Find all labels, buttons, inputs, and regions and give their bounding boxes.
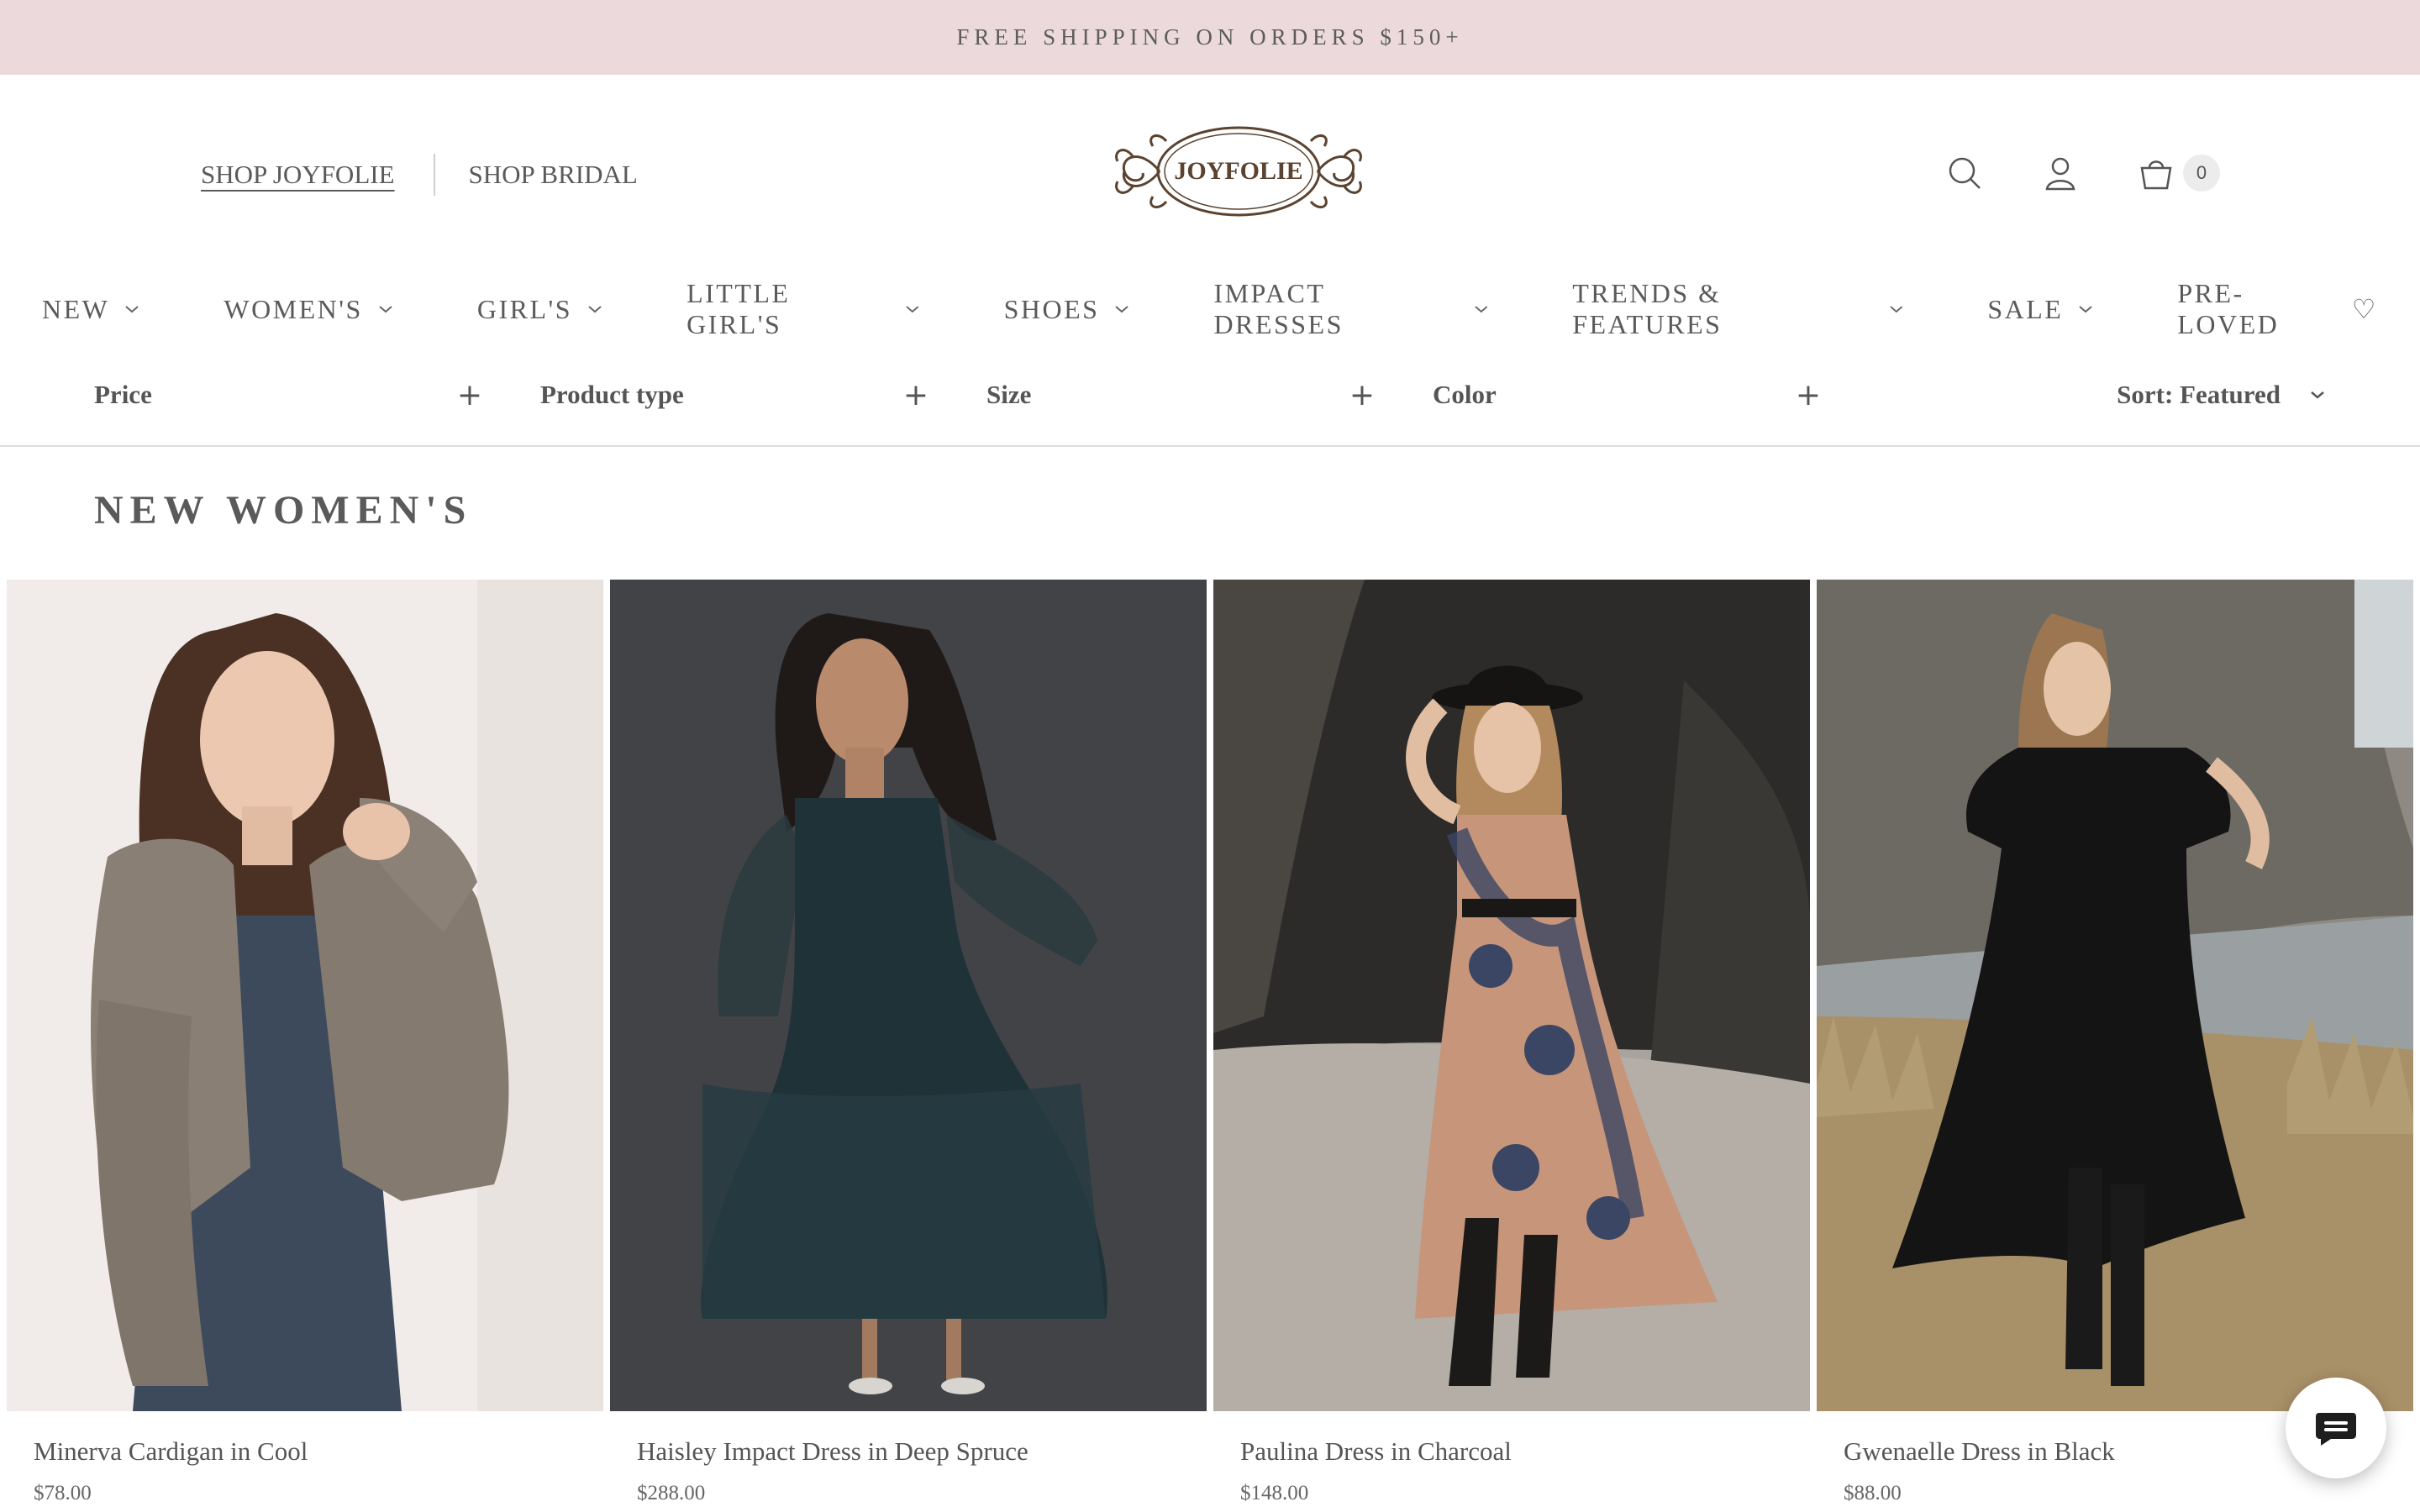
product-card[interactable]: Haisley Impact Dress in Deep Spruce $288… bbox=[610, 580, 1207, 1505]
nav-item-shoes[interactable]: SHOES bbox=[1004, 294, 1130, 325]
cart-count-badge: 0 bbox=[2183, 155, 2220, 192]
product-name[interactable]: Paulina Dress in Charcoal bbox=[1240, 1436, 1810, 1467]
nav-item-girls[interactable]: GIRL'S bbox=[477, 294, 602, 325]
chevron-down-icon bbox=[379, 306, 392, 313]
product-price: $88.00 bbox=[1844, 1482, 1902, 1504]
product-image[interactable] bbox=[7, 580, 603, 1411]
logo-emblem: JOYFOLIE bbox=[1115, 126, 1362, 217]
nav-label: PRE-LOVED bbox=[2177, 278, 2280, 339]
product-card[interactable]: Minerva Cardigan in Cool $78.00 bbox=[7, 580, 603, 1505]
nav-label: GIRL'S bbox=[476, 293, 573, 324]
nav-label: LITTLE GIRL'S bbox=[687, 278, 791, 339]
cart-icon bbox=[2138, 155, 2175, 192]
chevron-down-icon bbox=[1115, 306, 1129, 313]
product-price: $148.00 bbox=[1240, 1482, 1309, 1504]
product-image[interactable] bbox=[610, 580, 1207, 1411]
nav-item-sale[interactable]: SALE bbox=[1987, 294, 2093, 325]
chevron-down-icon bbox=[588, 306, 602, 313]
chevron-down-icon bbox=[2079, 306, 2092, 313]
nav-label: SALE bbox=[1987, 293, 2064, 324]
nav-item-new[interactable]: NEW bbox=[42, 294, 139, 325]
nav-item-impact-dresses[interactable]: IMPACT DRESSES bbox=[1213, 278, 1488, 340]
shop-bridal-link[interactable]: SHOP BRIDAL bbox=[469, 160, 638, 190]
heart-icon: ♡ bbox=[2351, 294, 2378, 324]
nav-label: TRENDS & FEATURES bbox=[1572, 278, 1723, 339]
divider bbox=[433, 154, 435, 196]
product-card[interactable]: Gwenaelle Dress in Black $88.00 bbox=[1817, 580, 2413, 1505]
header-actions: 0 bbox=[1946, 148, 2220, 198]
product-name[interactable]: Haisley Impact Dress in Deep Spruce bbox=[637, 1436, 1207, 1467]
nav-item-womens[interactable]: WOMEN'S bbox=[224, 294, 392, 325]
nav-label: WOMEN'S bbox=[224, 293, 363, 324]
sort-dropdown[interactable]: Sort: Featured bbox=[2117, 370, 2326, 420]
chevron-down-icon bbox=[2311, 391, 2324, 399]
plus-icon: + bbox=[456, 377, 482, 412]
store-switcher: SHOP JOYFOLIE SHOP BRIDAL bbox=[201, 150, 638, 200]
nav-item-trends-features[interactable]: TRENDS & FEATURES bbox=[1572, 278, 1903, 340]
chat-icon bbox=[2316, 1413, 2356, 1446]
filter-product-type[interactable]: Product type + bbox=[540, 370, 929, 420]
joyfolie-logo[interactable]: JOYFOLIE bbox=[1107, 123, 1370, 220]
cart-button[interactable]: 0 bbox=[2138, 155, 2220, 192]
product-card[interactable]: Paulina Dress in Charcoal $148.00 bbox=[1213, 580, 1810, 1505]
product-name[interactable]: Minerva Cardigan in Cool bbox=[34, 1436, 603, 1467]
filter-label: Price bbox=[94, 380, 152, 409]
chat-button[interactable] bbox=[2286, 1378, 2386, 1478]
product-image[interactable] bbox=[1817, 580, 2413, 1411]
nav-item-little-girls[interactable]: LITTLE GIRL'S bbox=[687, 278, 920, 340]
sort-label: Sort: Featured bbox=[2117, 380, 2281, 409]
nav-label: NEW bbox=[42, 293, 110, 324]
filter-size[interactable]: Size + bbox=[986, 370, 1375, 420]
nav-item-pre-loved[interactable]: PRE-LOVED ♡ bbox=[2177, 278, 2378, 340]
product-price: $78.00 bbox=[34, 1482, 92, 1504]
plus-icon: + bbox=[902, 377, 929, 412]
product-price: $288.00 bbox=[637, 1482, 706, 1504]
main-nav: NEW WOMEN'S GIRL'S LITTLE GIRL'S SHOES I… bbox=[0, 278, 2420, 339]
chevron-down-icon bbox=[125, 306, 139, 313]
shop-joyfolie-link[interactable]: SHOP JOYFOLIE bbox=[201, 160, 395, 190]
announcement-bar: FREE SHIPPING ON ORDERS $150+ bbox=[0, 0, 2420, 75]
filter-label: Product type bbox=[540, 380, 684, 409]
nav-label: IMPACT DRESSES bbox=[1213, 278, 1344, 339]
logo-text: JOYFOLIE bbox=[1174, 157, 1302, 185]
product-image[interactable] bbox=[1213, 580, 1810, 1411]
filter-label: Size bbox=[986, 380, 1032, 409]
account-icon[interactable] bbox=[2042, 155, 2079, 192]
chevron-down-icon bbox=[906, 306, 919, 313]
announcement-text: FREE SHIPPING ON ORDERS $150+ bbox=[956, 24, 1464, 50]
filter-bar: Price + Product type + Size + Color + So… bbox=[0, 370, 2420, 447]
filter-price[interactable]: Price + bbox=[94, 370, 482, 420]
plus-icon: + bbox=[1795, 377, 1821, 412]
search-icon[interactable] bbox=[1946, 155, 1983, 192]
chevron-down-icon bbox=[1890, 306, 1903, 313]
filter-color[interactable]: Color + bbox=[1433, 370, 1821, 420]
filter-label: Color bbox=[1433, 380, 1497, 409]
collection-title: NEW WOMEN'S bbox=[94, 488, 473, 533]
plus-icon: + bbox=[1349, 377, 1375, 412]
nav-label: SHOES bbox=[1003, 293, 1100, 324]
chevron-down-icon bbox=[1474, 306, 1487, 313]
